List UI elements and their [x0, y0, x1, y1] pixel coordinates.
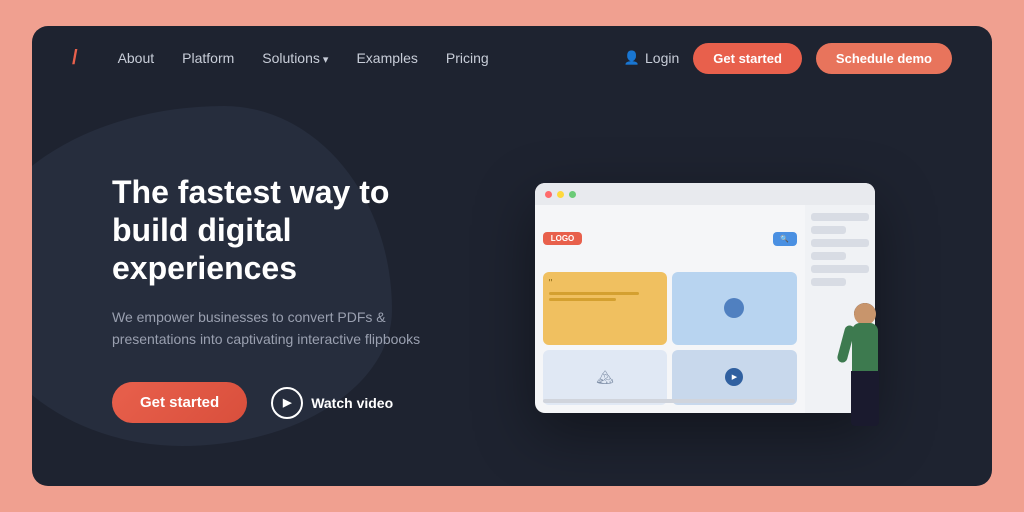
person-body [852, 323, 878, 373]
quote-card: " [543, 272, 668, 344]
watch-video-label: Watch video [311, 395, 393, 411]
hero-section: The fastest way to build digital experie… [32, 90, 992, 486]
person-head [854, 303, 876, 325]
image-card: 🏔 [543, 350, 668, 405]
nav-links: About Platform Solutions Examples Pricin… [118, 50, 624, 66]
login-label: Login [645, 50, 679, 66]
browser-header: LOGO 🔍 [543, 213, 797, 264]
sidebar-line-4 [811, 252, 846, 260]
hero-illustration: LOGO 🔍 " 🏔 ▶ [497, 148, 912, 448]
video-play-icon: ▶ [725, 368, 743, 386]
quote-line-2 [549, 298, 617, 301]
user-icon: 👤 [624, 50, 640, 66]
logo[interactable]: / [72, 47, 78, 70]
browser-mockup: LOGO 🔍 " 🏔 ▶ [535, 183, 875, 413]
login-button[interactable]: 👤 Login [624, 50, 679, 66]
sidebar-line-5 [811, 265, 869, 273]
main-card: / About Platform Solutions Examples Pric… [32, 26, 992, 486]
nav-examples[interactable]: Examples [356, 50, 417, 66]
person-illustration [837, 303, 892, 448]
sidebar-line-6 [811, 278, 846, 286]
app-logo-pill: LOGO [543, 232, 583, 245]
nav-get-started-button[interactable]: Get started [693, 43, 802, 74]
pagination-bar [543, 399, 795, 403]
avatar [724, 298, 744, 318]
browser-main: LOGO 🔍 " 🏔 ▶ [535, 205, 805, 413]
nav-right: 👤 Login Get started Schedule demo [624, 43, 952, 74]
play-icon: ▶ [271, 387, 303, 419]
hero-get-started-button[interactable]: Get started [112, 382, 247, 423]
search-icon: 🔍 [773, 232, 797, 246]
sidebar-line-1 [811, 213, 869, 221]
nav-pricing[interactable]: Pricing [446, 50, 489, 66]
nav-solutions[interactable]: Solutions [262, 50, 328, 66]
dot-green [569, 191, 576, 198]
sidebar-line-2 [811, 226, 846, 234]
hero-subtitle: We empower businesses to convert PDFs & … [112, 306, 432, 351]
hero-actions: Get started ▶ Watch video [112, 382, 457, 423]
browser-content: LOGO 🔍 " 🏔 ▶ [535, 205, 875, 413]
nav-about[interactable]: About [118, 50, 155, 66]
quote-icon: " [549, 278, 662, 289]
hero-left: The fastest way to build digital experie… [112, 173, 497, 424]
video-card: ▶ [672, 350, 797, 405]
nav-platform[interactable]: Platform [182, 50, 234, 66]
profile-card [672, 272, 797, 344]
hero-watch-video-button[interactable]: ▶ Watch video [271, 387, 393, 419]
navigation: / About Platform Solutions Examples Pric… [32, 26, 992, 90]
browser-bar [535, 183, 875, 205]
sidebar-line-3 [811, 239, 869, 247]
nav-schedule-demo-button[interactable]: Schedule demo [816, 43, 952, 74]
hero-title: The fastest way to build digital experie… [112, 173, 457, 288]
person-legs [851, 371, 879, 426]
dot-red [545, 191, 552, 198]
quote-line-1 [549, 292, 639, 295]
dot-yellow [557, 191, 564, 198]
